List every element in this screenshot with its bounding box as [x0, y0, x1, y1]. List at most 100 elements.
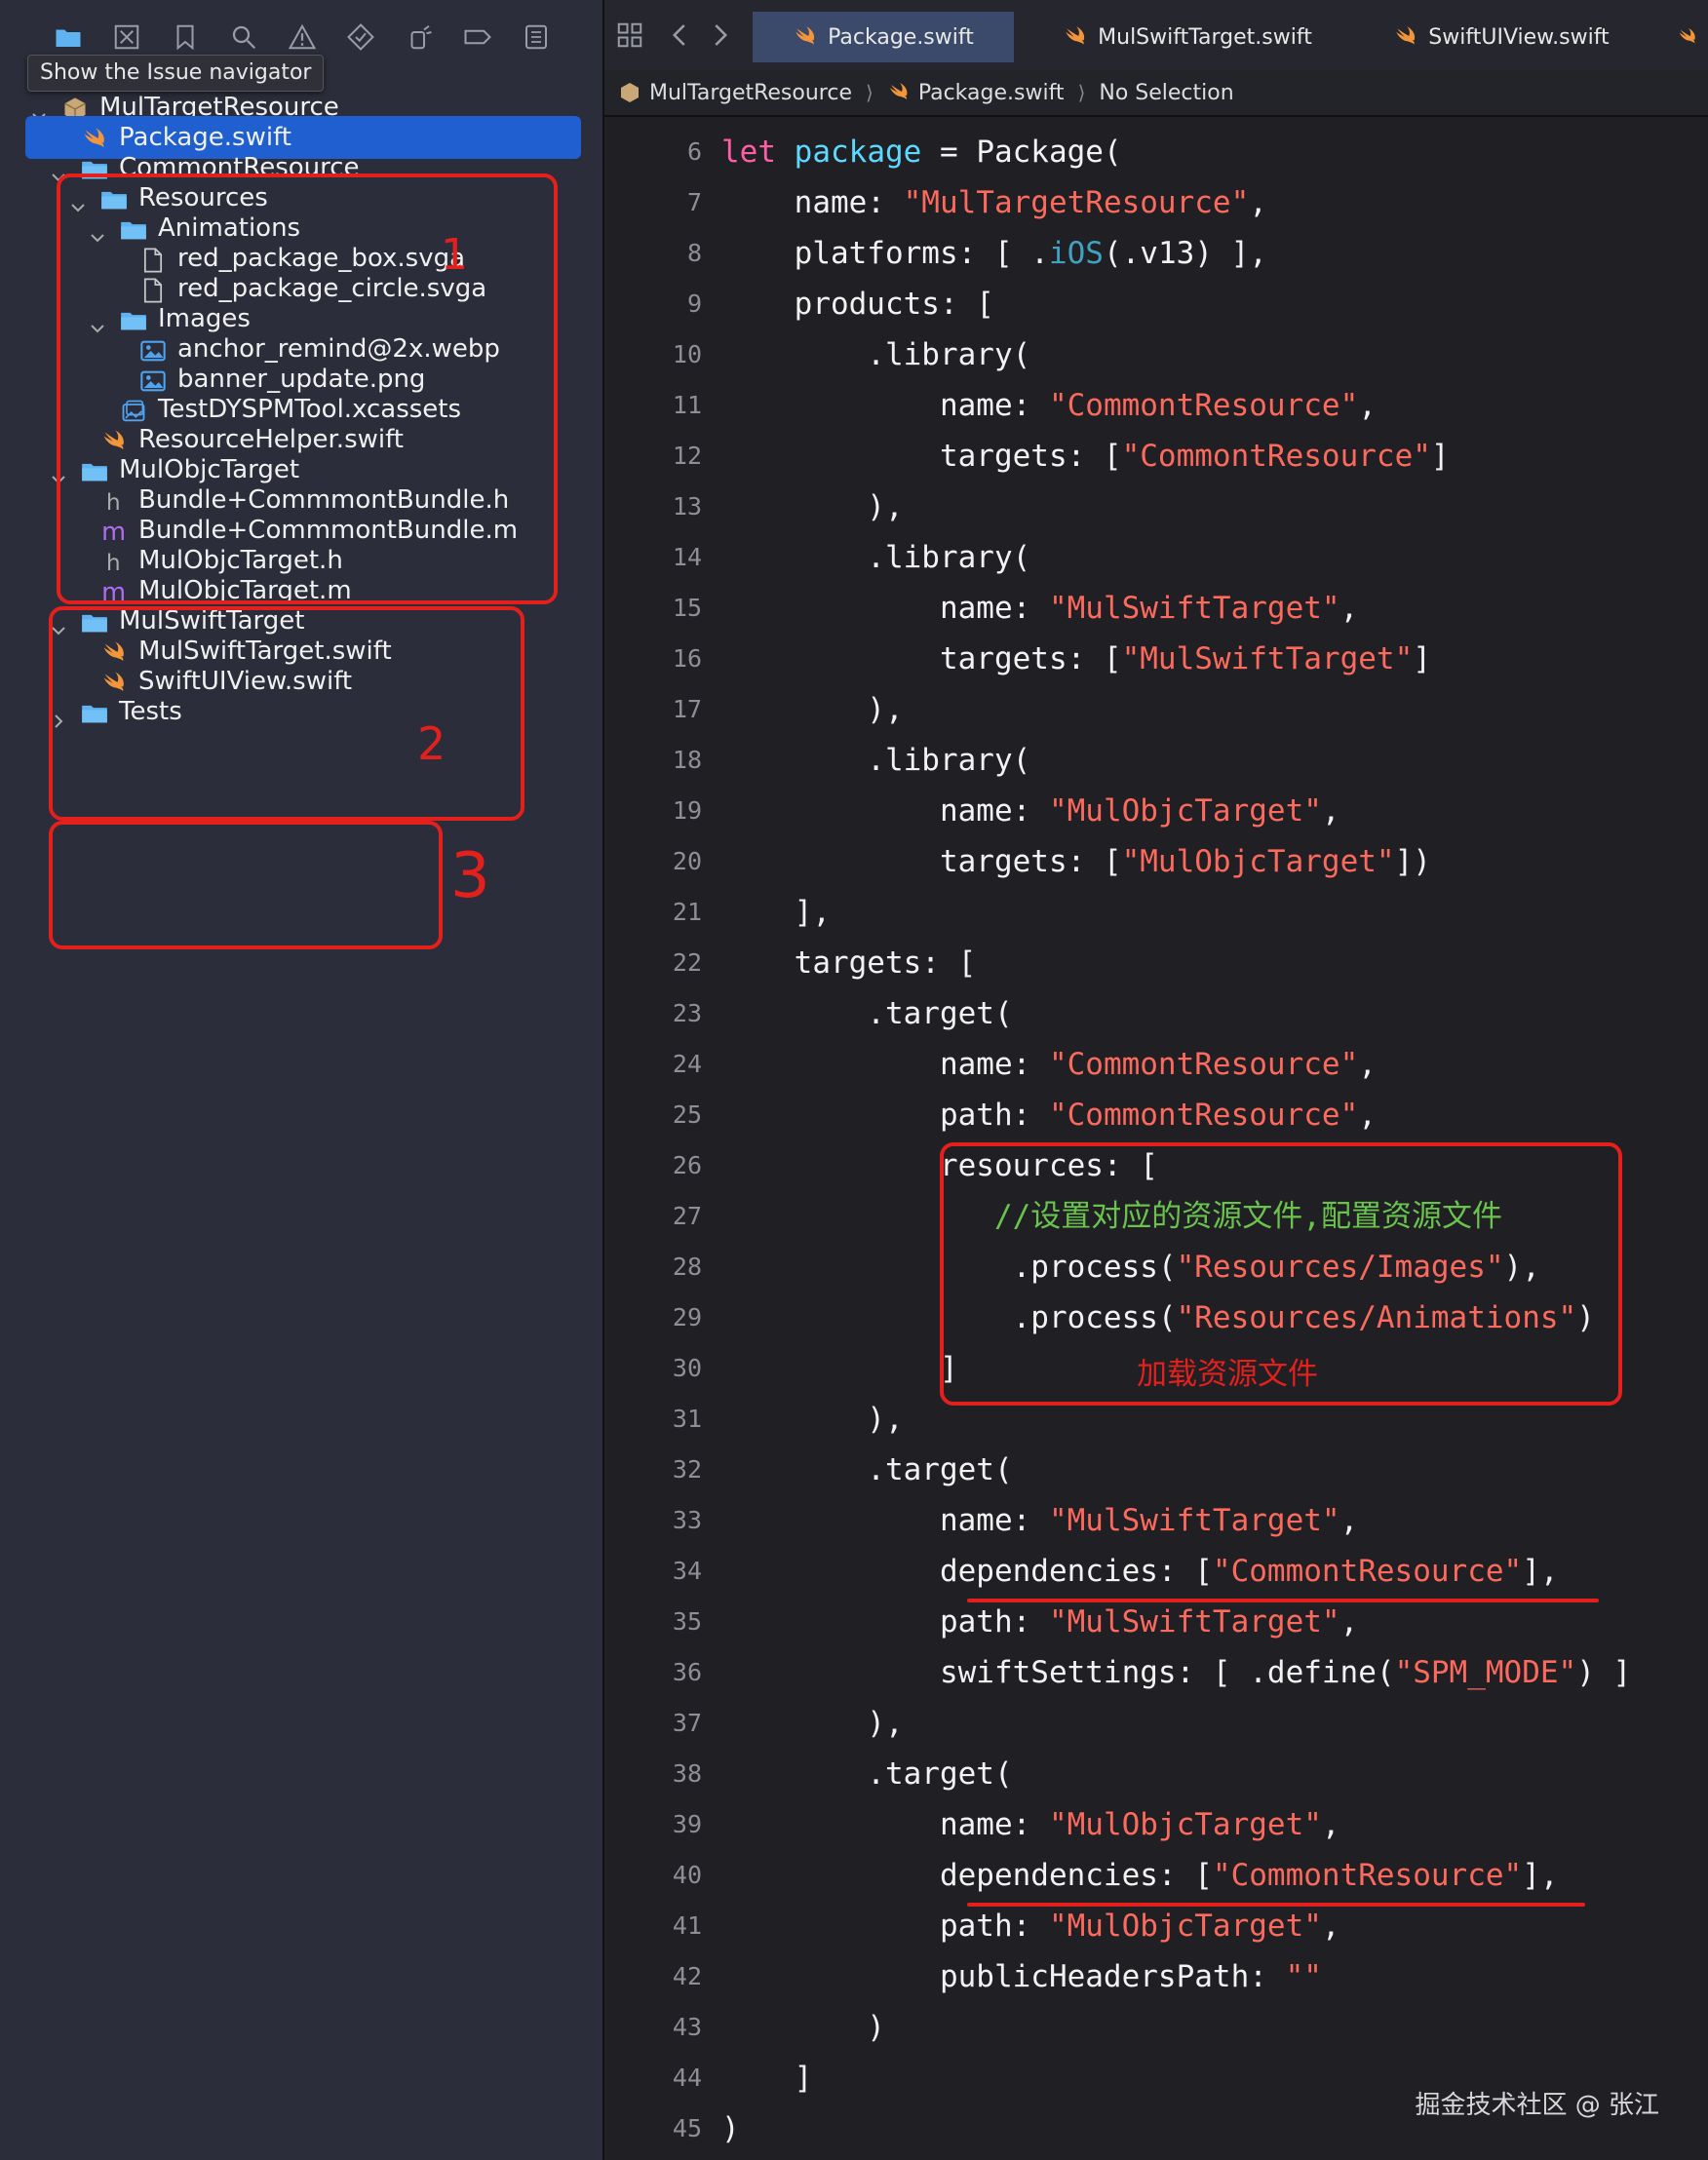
code-token: "CommontResource": [1121, 439, 1431, 474]
folder-icon[interactable]: [51, 19, 86, 55]
code-token: path:: [721, 1909, 1049, 1944]
breadcrumb-item[interactable]: MulTargetResource: [618, 81, 852, 105]
swift-icon[interactable]: [1677, 12, 1708, 62]
code-line[interactable]: name: "MulSwiftTarget",: [721, 583, 1358, 634]
code-line[interactable]: let package = Package(: [721, 127, 1122, 177]
code-token: swiftSettings: [ .define(: [721, 1655, 1395, 1690]
code-line[interactable]: ): [721, 2002, 885, 2053]
breadcrumb-separator-icon: ⟩: [866, 81, 873, 104]
line-number: 39: [672, 1810, 702, 1838]
line-number: 24: [672, 1050, 702, 1078]
annotation-box-1: [57, 174, 558, 604]
code-token: = Package(: [921, 135, 1122, 170]
code-token: name:: [721, 1503, 1049, 1538]
code-line[interactable]: name: "MulSwiftTarget",: [721, 1495, 1358, 1546]
code-line[interactable]: ),: [721, 482, 904, 532]
code-token: .target(: [721, 996, 1013, 1031]
code-line[interactable]: .library(: [721, 329, 1030, 380]
debug-icon[interactable]: [402, 19, 437, 55]
code-line[interactable]: path: "MulSwiftTarget",: [721, 1597, 1358, 1647]
code-token: platforms: [ .: [721, 236, 1049, 271]
bookmark-icon[interactable]: [168, 19, 203, 55]
tab-1[interactable]: Package.swift: [753, 12, 1014, 62]
annotation-underline: [967, 1599, 1599, 1602]
code-line[interactable]: publicHeadersPath: "": [721, 1951, 1322, 2002]
code-token: let: [721, 135, 776, 170]
line-number: 20: [672, 847, 702, 875]
line-number: 43: [672, 2013, 702, 2041]
code-line[interactable]: .library(: [721, 532, 1030, 583]
breadcrumb-label: No Selection: [1099, 80, 1234, 105]
code-line[interactable]: name: "MulObjcTarget",: [721, 1799, 1340, 1850]
source-control-icon[interactable]: [109, 19, 144, 55]
code-token: ) ]: [1576, 1655, 1632, 1690]
code-token: ]: [721, 2061, 813, 2096]
code-line[interactable]: ),: [721, 1394, 903, 1445]
line-number: 37: [672, 1709, 702, 1737]
breakpoint-icon[interactable]: [460, 19, 495, 55]
code-line[interactable]: platforms: [ .iOS(.v13) ],: [721, 228, 1267, 279]
code-token: targets: [: [721, 641, 1122, 676]
back-arrow-icon[interactable]: [663, 18, 698, 53]
search-icon[interactable]: [226, 19, 261, 55]
code-line[interactable]: targets: [: [721, 938, 977, 988]
code-line[interactable]: targets: ["MulObjcTarget"]): [721, 836, 1431, 887]
code-token: path:: [721, 1604, 1049, 1639]
code-line[interactable]: name: "CommontResource",: [721, 1039, 1377, 1090]
line-number: 32: [672, 1455, 702, 1484]
swift-icon: [1063, 24, 1098, 50]
code-line[interactable]: ): [721, 2103, 740, 2154]
code-token: publicHeadersPath:: [721, 1959, 1286, 1994]
code-line[interactable]: ]: [721, 2053, 813, 2103]
breadcrumb-separator-icon: ⟩: [1077, 81, 1086, 104]
code-token: targets: [: [721, 945, 977, 981]
code-token: ,: [1321, 1909, 1340, 1944]
code-line[interactable]: swiftSettings: [ .define("SPM_MODE") ]: [721, 1647, 1631, 1698]
code-line[interactable]: products: [: [721, 279, 994, 329]
code-line[interactable]: ]: [721, 1343, 958, 1394]
breadcrumb-item[interactable]: No Selection: [1099, 81, 1233, 105]
forward-arrow-icon[interactable]: [702, 18, 737, 53]
tab-2[interactable]: MulSwiftTarget.swift: [1041, 12, 1334, 62]
test-icon[interactable]: [343, 19, 378, 55]
code-line[interactable]: .target(: [721, 1445, 1012, 1495]
code-token: ,: [1339, 1604, 1359, 1639]
warning-icon[interactable]: [285, 19, 320, 55]
chevron-down-icon[interactable]: [29, 97, 49, 122]
code-line[interactable]: name: "MulObjcTarget",: [721, 786, 1340, 836]
tab-3[interactable]: SwiftUIView.swift: [1355, 12, 1648, 62]
code-line[interactable]: .library(: [721, 735, 1030, 786]
code-line[interactable]: .target(: [721, 988, 1013, 1039]
tab-label: MulSwiftTarget.swift: [1098, 24, 1312, 50]
line-number: 14: [672, 543, 702, 571]
code-line[interactable]: targets: ["CommontResource"]: [721, 431, 1450, 482]
code-token: ,: [1321, 793, 1340, 829]
code-line[interactable]: .target(: [721, 1749, 1013, 1799]
line-number: 33: [672, 1506, 702, 1534]
code-line[interactable]: name: "MulTargetResource",: [721, 177, 1267, 228]
code-token: dependencies: [: [721, 1554, 1213, 1589]
report-icon[interactable]: [519, 19, 554, 55]
annotation-box-2: [49, 606, 524, 821]
code-line[interactable]: ),: [721, 1698, 903, 1749]
grid-icon[interactable]: [612, 18, 647, 53]
code-token: name:: [721, 1807, 1049, 1842]
code-token: ),: [721, 489, 904, 524]
code-line[interactable]: dependencies: ["CommontResource"],: [721, 1850, 1559, 1901]
line-number: 11: [672, 391, 702, 419]
code-token: .target(: [721, 1756, 1013, 1792]
code-line[interactable]: targets: ["MulSwiftTarget"]: [721, 634, 1431, 684]
line-number: 16: [672, 644, 702, 673]
annotation-label: 加载资源文件: [1137, 1357, 1318, 1392]
code-token: ,: [1358, 388, 1377, 423]
code-area[interactable]: let package = Package( name: "MulTargetR…: [721, 115, 1706, 2160]
code-line[interactable]: path: "CommontResource",: [721, 1090, 1377, 1140]
breadcrumb-item[interactable]: Package.swift: [887, 81, 1065, 105]
package-icon: [621, 83, 639, 102]
code-line[interactable]: name: "CommontResource",: [721, 380, 1377, 431]
code-token: name:: [721, 793, 1049, 829]
code-line[interactable]: ),: [721, 684, 903, 735]
code-line[interactable]: path: "MulObjcTarget",: [721, 1901, 1340, 1951]
code-line[interactable]: ],: [721, 887, 831, 938]
code-line[interactable]: dependencies: ["CommontResource"],: [721, 1546, 1559, 1597]
